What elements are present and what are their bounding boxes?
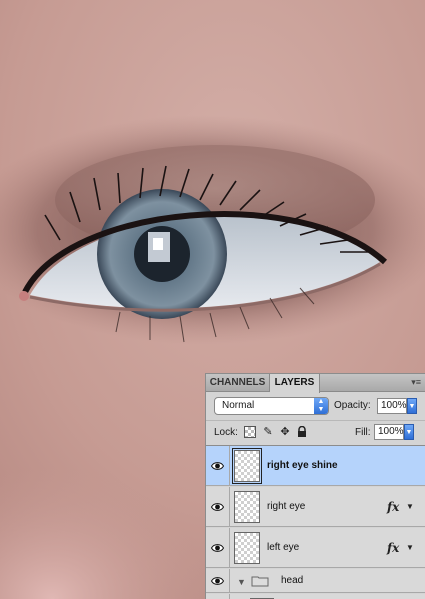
layer-thumbnail (232, 448, 262, 484)
lock-move-icon[interactable]: ✥ (279, 426, 291, 438)
blend-options-row: Normal ▲ ▼ Opacity: 100% ▼ (206, 393, 425, 419)
layer-row-left-eye[interactable]: left eye fx ▼ (206, 528, 425, 568)
eye-icon (211, 576, 224, 585)
layer-group-head[interactable]: ▼ head (206, 569, 425, 593)
layer-list: right eye shine right eye fx ▼ left eye … (206, 445, 425, 599)
tab-layers[interactable]: LAYERS (270, 374, 320, 393)
blend-mode-value: Normal (222, 400, 255, 411)
opacity-field[interactable]: 100% (377, 398, 407, 414)
panel-menu-icon[interactable]: ▾≡ (411, 377, 421, 388)
eye-icon (211, 543, 224, 552)
opacity-label: Opacity: (334, 400, 371, 411)
layer-row-right-eye[interactable]: right eye fx ▼ (206, 487, 425, 527)
layer-name[interactable]: right eye (267, 487, 305, 527)
group-disclosure-icon[interactable]: ▼ (237, 577, 246, 587)
opacity-dropdown-icon[interactable]: ▼ (407, 398, 417, 414)
layer-row-right-eye-shine[interactable]: right eye shine (206, 446, 425, 486)
lock-label: Lock: (214, 427, 238, 438)
select-arrows-icon: ▲ ▼ (314, 398, 328, 414)
fill-label: Fill: (355, 427, 371, 438)
blend-mode-select[interactable]: Normal ▲ ▼ (214, 397, 329, 415)
layers-panel: CHANNELS LAYERS ▾≡ Normal ▲ ▼ Opacity: 10… (205, 373, 425, 599)
layer-thumbnail (234, 491, 260, 523)
folder-icon (251, 576, 269, 587)
fill-field[interactable]: 100% (374, 424, 404, 440)
layer-row-child[interactable] (206, 594, 425, 599)
group-name[interactable]: head (281, 569, 303, 593)
fill-dropdown-icon[interactable]: ▼ (404, 424, 414, 440)
layer-name[interactable]: right eye shine (267, 446, 338, 486)
tab-channels[interactable]: CHANNELS (206, 374, 270, 392)
effects-expand-icon[interactable]: ▼ (406, 487, 414, 527)
visibility-toggle[interactable] (206, 569, 230, 592)
visibility-toggle[interactable] (206, 528, 230, 567)
layer-name[interactable]: left eye (267, 528, 299, 568)
lock-brush-icon[interactable]: ✎ (262, 426, 274, 438)
fx-icon[interactable]: fx (387, 487, 399, 527)
visibility-toggle[interactable] (206, 487, 230, 526)
visibility-toggle[interactable] (206, 594, 230, 599)
eye-icon (211, 461, 224, 470)
eye-icon (211, 502, 224, 511)
panel-tab-bar: CHANNELS LAYERS ▾≡ (206, 374, 425, 393)
effects-expand-icon[interactable]: ▼ (406, 528, 414, 568)
fx-icon[interactable]: fx (387, 528, 399, 568)
lock-row: Lock: ✎ ✥ Fill: 100% ▼ (206, 420, 425, 444)
lock-transparency-icon[interactable] (244, 426, 256, 438)
lock-all-icon[interactable] (296, 425, 308, 438)
visibility-toggle[interactable] (206, 446, 230, 485)
layer-thumbnail (234, 532, 260, 564)
